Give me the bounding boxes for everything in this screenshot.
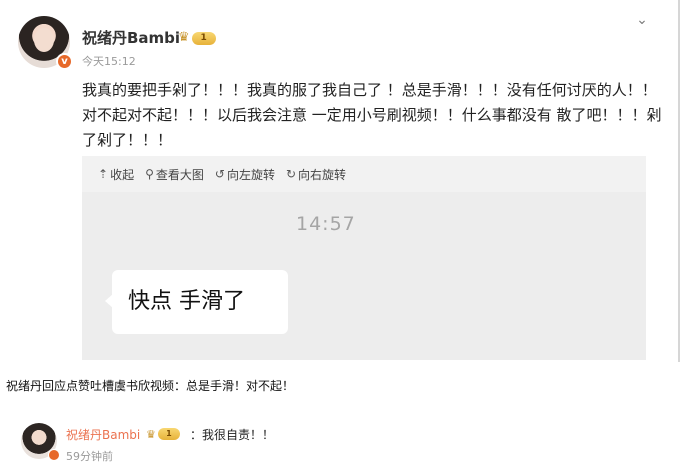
- rotate-right-button[interactable]: ↻ 向右旋转: [286, 166, 346, 183]
- collapse-button[interactable]: ⇡ 收起: [98, 166, 134, 183]
- rotate-left-button[interactable]: ↺ 向左旋转: [215, 166, 275, 183]
- collapse-icon: ⇡: [98, 167, 109, 181]
- comment-username[interactable]: 祝绪丹Bambi: [66, 426, 140, 443]
- search-icon: ⚲: [145, 167, 154, 181]
- verified-badge-icon: v: [56, 53, 73, 70]
- screenshot: v 祝绪丹Bambi ♛ 1 今天15:12 ⌄ 我真的要把手剁了！！！我真的服…: [0, 0, 680, 469]
- comment-text: ：我很自责！！: [190, 428, 275, 442]
- comment-time: 59分钟前: [66, 450, 113, 463]
- chat-screenshot-image[interactable]: 14:57 快点 手滑了: [82, 192, 646, 360]
- rotate-right-label: 向右旋转: [298, 167, 347, 182]
- comment-vip-badge[interactable]: ♛ 1: [146, 427, 186, 441]
- avatar[interactable]: v: [18, 16, 73, 70]
- avatar-face: [34, 28, 54, 52]
- post-text: 我真的要把手剁了！！！我真的服了我自己了 ！总是手滑！！！没有任何讨厌的人！！ …: [82, 78, 662, 153]
- post-timestamp[interactable]: 今天15:12: [82, 53, 136, 69]
- crown-icon: ♛: [146, 427, 156, 441]
- media-toolbar: ⇡ 收起 ⚲ 查看大图 ↺ 向左旋转 ↻ 向右旋转: [82, 156, 646, 192]
- rotate-right-icon: ↻: [285, 167, 297, 181]
- rotate-left-label: 向左旋转: [226, 167, 275, 182]
- vip-badge[interactable]: ♛ 1: [178, 30, 218, 46]
- rotate-left-icon: ↺: [214, 167, 225, 181]
- post-text-line: 了剁了！！！: [82, 131, 173, 149]
- collapse-label: 收起: [110, 167, 135, 182]
- chat-bubble: 快点 手滑了: [105, 270, 288, 334]
- news-caption: 祝绪丹回应点赞吐槽虞书欣视频：总是手滑！对不起！: [6, 379, 295, 393]
- view-large-label: 查看大图: [155, 167, 204, 182]
- view-large-button[interactable]: ⚲ 查看大图: [145, 166, 204, 183]
- media-viewer: ⇡ 收起 ⚲ 查看大图 ↺ 向左旋转 ↻ 向右旋转 14:57 快点 手滑了: [82, 156, 646, 360]
- chevron-down-icon[interactable]: ⌄: [634, 12, 650, 28]
- crown-icon: ♛: [178, 30, 190, 45]
- verified-badge-icon: [48, 449, 60, 461]
- weibo-post-card: v 祝绪丹Bambi ♛ 1 今天15:12 ⌄ 我真的要把手剁了！！！我真的服…: [0, 0, 680, 362]
- vip-level: 1: [191, 31, 216, 45]
- chat-timestamp: 14:57: [296, 213, 356, 235]
- comment-vip-level: 1: [157, 428, 180, 440]
- post-username[interactable]: 祝绪丹Bambi: [82, 27, 180, 48]
- comment-avatar[interactable]: [21, 423, 60, 461]
- post-text-line: 对不起对不起！！！以后我会注意 一定用小号刷视频！！什么事都没有 散了吧！！！剁: [82, 106, 662, 124]
- post-text-line: 我真的要把手剁了！！！我真的服了我自己了 ！总是手滑！！！没有任何讨厌的人！！: [82, 81, 657, 99]
